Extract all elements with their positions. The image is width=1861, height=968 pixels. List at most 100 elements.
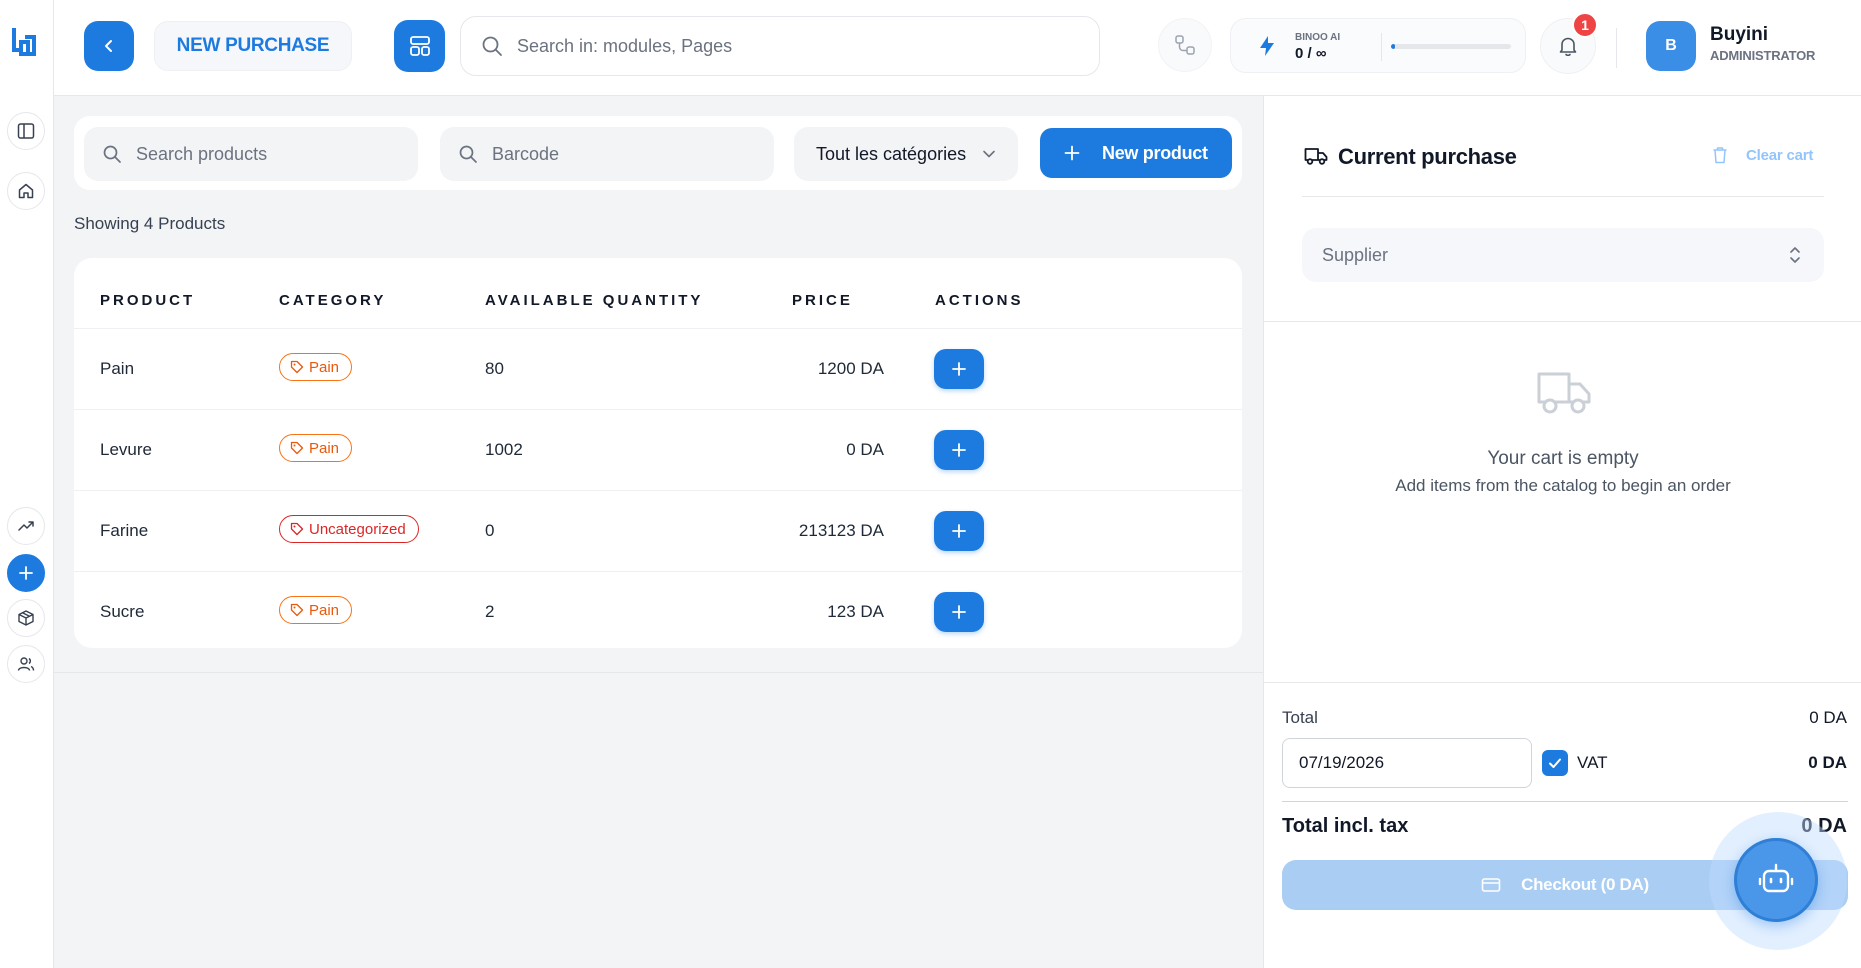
category-select-value: Tout les catégories [816,143,967,164]
total-incl-tax-label: Total incl. tax [1282,815,1409,837]
vat-label: VAT [1577,753,1608,772]
category-select[interactable]: Tout les catégories [794,127,1018,181]
products-table: PRODUCT CATEGORY AVAILABLE QUANTITY PRIC… [74,258,1242,648]
add-to-cart-button[interactable] [934,592,984,632]
date-field[interactable]: 07/19/2026 [1282,738,1532,788]
divider [1282,801,1848,802]
search-icon [103,145,121,163]
global-search[interactable] [460,16,1100,76]
add-to-cart-button[interactable] [934,430,984,470]
clear-cart-label: Clear cart [1746,146,1814,164]
category-tag-label: Pain [309,439,340,457]
main-content: Tout les catégories New product Showing … [54,96,1263,968]
checkout-label: Checkout (0 DA) [1521,875,1649,894]
category-tag-label: Pain [309,601,340,619]
add-to-cart-button[interactable] [934,349,984,389]
package-icon[interactable] [7,599,45,637]
supplier-select-value: Supplier [1322,244,1389,265]
ai-label: BINOO AI [1295,32,1341,43]
home-icon[interactable] [7,172,45,210]
total-label: Total [1282,708,1318,727]
ai-usage-bar [1391,44,1511,49]
search-icon [482,36,502,56]
plus-icon [952,605,966,619]
vat-checkbox[interactable] [1542,750,1568,776]
category-tag: Pain [279,434,353,462]
left-rail [0,0,54,968]
bell-icon [1559,37,1577,57]
chevron-left-icon [105,40,112,52]
product-quantity: 1002 [485,440,523,459]
product-price: 0 DA [846,440,884,459]
divider [54,672,1263,673]
table-row: Pain Pain 80 1200 DA [74,328,1242,409]
category-tag-label: Uncategorized [309,520,406,538]
table-header-price: PRICE [792,292,853,309]
cart-title: Current purchase [1338,144,1517,169]
table-header-product: PRODUCT [100,292,196,309]
tag-icon [290,441,304,455]
plus-icon [952,524,966,538]
avatar[interactable]: B [1646,21,1696,71]
chevron-up-down-icon [1790,247,1800,263]
divider [1616,28,1617,68]
barcode-input[interactable] [492,143,762,165]
product-search-input[interactable] [136,143,406,165]
new-product-label: New product [1102,142,1208,163]
table-header-quantity: AVAILABLE QUANTITY [485,292,704,309]
date-field-value: 07/19/2026 [1299,753,1385,772]
results-count: Showing 4 Products [74,214,226,233]
empty-cart-title: Your cart is empty [1487,448,1639,469]
layout-toggle-button[interactable] [394,20,445,72]
tag-icon [290,603,304,617]
credit-card-icon [1481,877,1501,893]
table-row: Levure Pain 1002 0 DA [74,409,1242,490]
plus-icon[interactable] [7,554,45,592]
table-header-category: CATEGORY [279,292,387,309]
plus-icon [952,443,966,457]
truck-icon [1304,146,1328,171]
divider [1264,682,1861,683]
truck-icon [1536,368,1592,423]
category-tag: Uncategorized [279,515,419,543]
global-search-input[interactable] [517,35,1057,57]
workflow-icon [1175,35,1195,55]
supplier-select[interactable]: Supplier [1302,228,1824,282]
assistant-button[interactable] [1734,838,1818,922]
users-icon[interactable] [7,645,45,683]
divider [1264,321,1861,322]
ai-usage-widget[interactable]: BINOO AI 0 / ∞ [1230,18,1526,73]
product-name: Sucre [100,602,145,621]
add-to-cart-button[interactable] [934,511,984,551]
category-tag: Pain [279,353,353,381]
product-price: 123 DA [827,602,884,621]
product-search[interactable] [84,127,418,181]
layout-icon [409,36,430,56]
table-header-actions: ACTIONS [935,292,1024,309]
user-role: ADMINISTRATOR [1710,48,1816,63]
barcode-search[interactable] [440,127,774,181]
category-tag-label: Pain [309,358,340,376]
table-row: Farine Uncategorized 0 213123 DA [74,490,1242,571]
clear-cart-button[interactable]: Clear cart [1712,146,1813,164]
app-logo-icon[interactable] [11,28,37,58]
product-price: 213123 DA [798,521,884,540]
ai-quota: 0 / ∞ [1295,45,1327,62]
workflow-button[interactable] [1158,18,1212,72]
product-quantity: 2 [485,602,495,621]
new-product-button[interactable]: New product [1040,128,1232,178]
bolt-icon [1257,35,1277,62]
divider [1302,196,1824,197]
plus-icon [952,362,966,376]
trending-up-icon[interactable] [7,507,45,545]
product-price: 1200 DA [817,359,884,378]
category-tag: Pain [279,596,353,624]
product-name: Farine [100,521,149,540]
panel-toggle-icon[interactable] [7,112,45,150]
back-button[interactable] [84,21,134,71]
notification-badge: 1 [1572,12,1598,38]
total-value: 0 DA [1809,708,1847,727]
user-name[interactable]: Buyini [1710,24,1768,46]
table-row: Sucre Pain 2 123 DA [74,571,1242,648]
page-title: NEW PURCHASE [154,21,352,71]
